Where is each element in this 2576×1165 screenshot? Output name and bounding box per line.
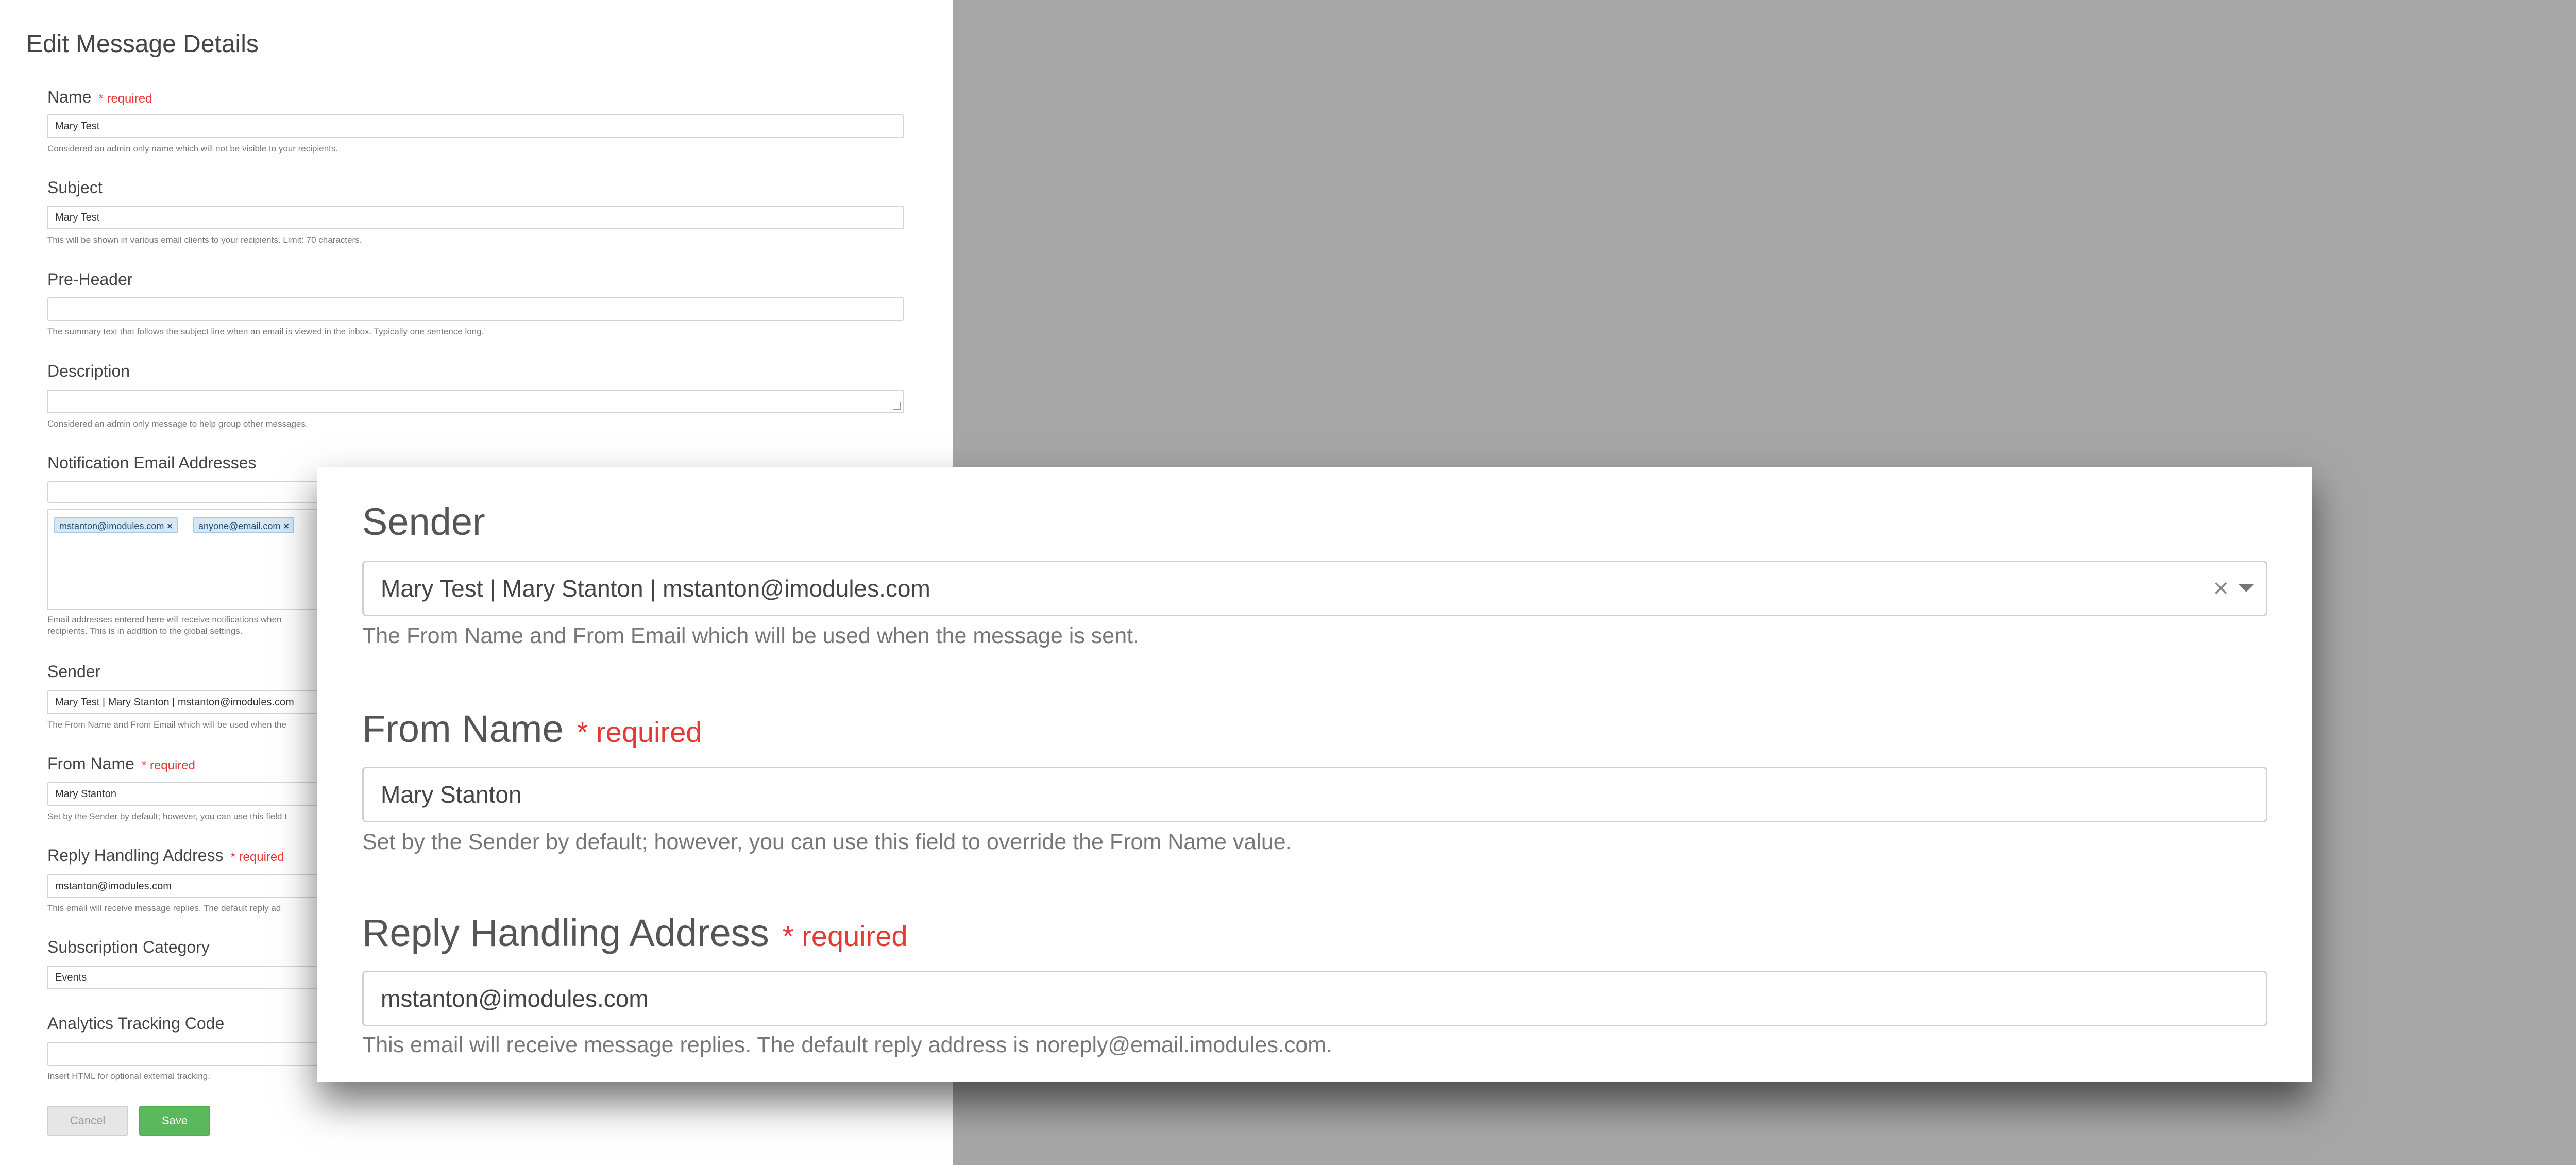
email-tag: anyone@email.com × xyxy=(193,517,294,533)
preheader-label: Pre-Header xyxy=(47,270,133,289)
required-marker: * required xyxy=(577,716,702,748)
close-icon[interactable]: × xyxy=(283,521,289,531)
from-name-label-text: From Name xyxy=(47,754,134,773)
subject-help: This will be shown in various email clie… xyxy=(47,235,362,245)
zoom-sender-select[interactable]: Mary Test | Mary Stanton | mstanton@imod… xyxy=(362,561,2267,616)
name-input[interactable]: Mary Test xyxy=(47,114,904,138)
zoom-sender-label: Sender xyxy=(362,500,485,543)
zoom-reply-help: This email will receive message replies.… xyxy=(362,1033,1333,1057)
zoom-sender-value: Mary Test | Mary Stanton | mstanton@imod… xyxy=(381,575,930,602)
zoom-callout: Sender Mary Test | Mary Stanton | mstant… xyxy=(317,467,2312,1082)
preheader-input[interactable] xyxy=(47,297,904,321)
reply-label-text: Reply Handling Address xyxy=(47,846,224,865)
description-textarea[interactable] xyxy=(47,390,904,413)
save-button[interactable]: Save xyxy=(139,1106,210,1136)
from-name-label: From Name * required xyxy=(47,754,195,773)
cancel-button[interactable]: Cancel xyxy=(47,1106,128,1136)
required-marker: * required xyxy=(782,920,908,952)
chevron-down-icon[interactable] xyxy=(2238,584,2255,592)
name-help: Considered an admin only name which will… xyxy=(47,144,338,154)
zoom-from-name-input[interactable]: Mary Stanton xyxy=(362,767,2267,822)
description-help: Considered an admin only message to help… xyxy=(47,419,308,429)
email-tag-text: mstanton@imodules.com xyxy=(59,521,164,531)
name-label: Name * required xyxy=(47,88,152,107)
zoom-from-name-label: From Name * required xyxy=(362,707,702,751)
required-marker: * required xyxy=(98,92,152,106)
subscription-label: Subscription Category xyxy=(47,938,210,956)
close-icon[interactable]: × xyxy=(2213,562,2229,615)
zoom-reply-label-text: Reply Handling Address xyxy=(362,911,769,954)
sender-label: Sender xyxy=(47,662,101,681)
notification-label: Notification Email Addresses xyxy=(47,453,257,472)
email-tag-text: anyone@email.com xyxy=(198,521,281,531)
resize-handle[interactable] xyxy=(893,402,901,410)
zoom-reply-input[interactable]: mstanton@imodules.com xyxy=(362,971,2267,1026)
preheader-help: The summary text that follows the subjec… xyxy=(47,327,484,336)
required-marker: * required xyxy=(141,758,195,772)
description-label: Description xyxy=(47,362,130,380)
required-marker: * required xyxy=(230,850,284,864)
zoom-sender-help: The From Name and From Email which will … xyxy=(362,623,1140,648)
zoom-reply-label: Reply Handling Address * required xyxy=(362,911,908,955)
zoom-from-name-help: Set by the Sender by default; however, y… xyxy=(362,830,1292,854)
analytics-label: Analytics Tracking Code xyxy=(47,1014,225,1033)
subject-label: Subject xyxy=(47,178,103,197)
page-title: Edit Message Details xyxy=(26,30,259,58)
email-tag: mstanton@imodules.com × xyxy=(54,517,178,533)
name-label-text: Name xyxy=(47,88,92,106)
zoom-from-name-label-text: From Name xyxy=(362,707,564,750)
close-icon[interactable]: × xyxy=(167,521,173,531)
reply-label: Reply Handling Address * required xyxy=(47,846,284,865)
subject-input[interactable]: Mary Test xyxy=(47,206,904,229)
